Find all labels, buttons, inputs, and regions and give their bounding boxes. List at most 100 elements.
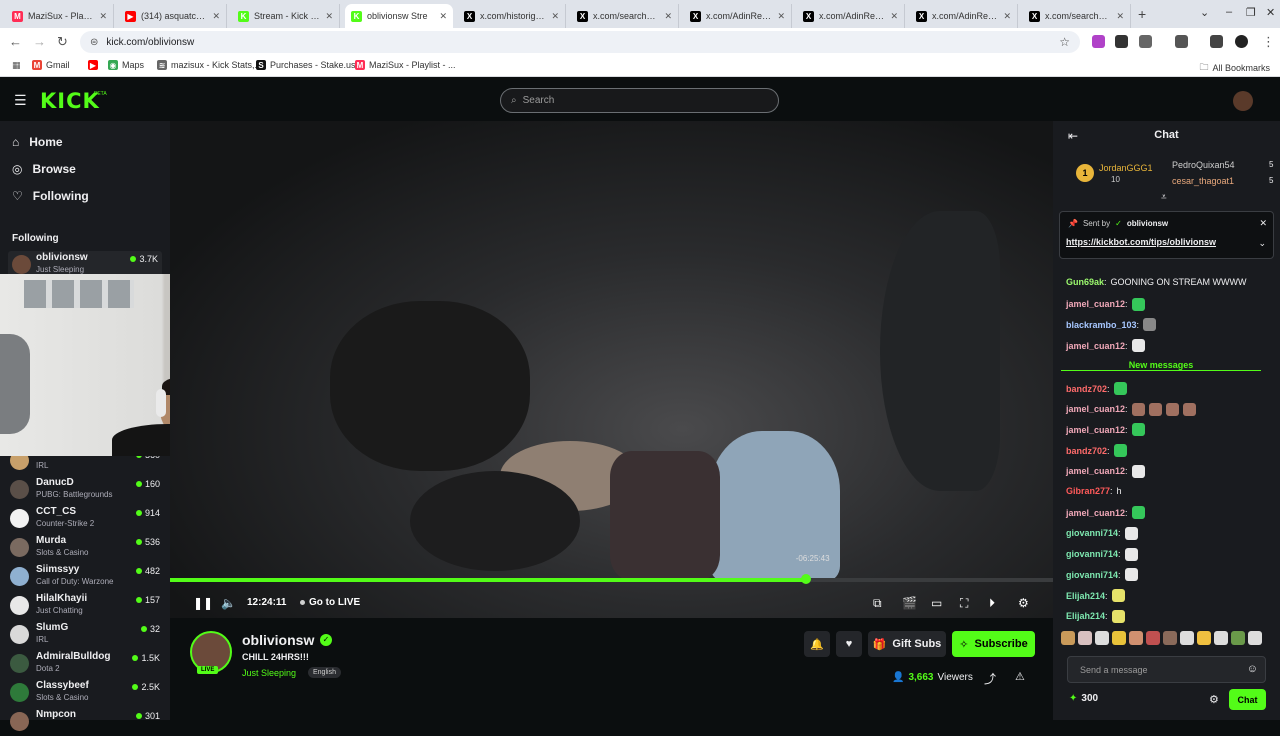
sidebar-channel[interactable]: Nmpcon 301 [10, 708, 160, 736]
media-controls-icon[interactable] [1210, 35, 1223, 48]
extensions-puzzle-icon[interactable] [1139, 35, 1152, 48]
nav-home[interactable]: ⌂ Home [12, 135, 63, 149]
close-tab-icon[interactable]: ✕ [212, 11, 220, 22]
close-tab-icon[interactable]: ✕ [325, 11, 333, 22]
kick-logo[interactable]: KICK [40, 89, 100, 113]
gift-subs-button[interactable]: 🎁 Gift Subs [868, 631, 946, 657]
pinned-link[interactable]: https://kickbot.com/tips/oblivionsw [1066, 237, 1216, 247]
chat-settings-icon[interactable]: ⚙ [1209, 693, 1219, 706]
nav-following[interactable]: ♡ Following [12, 189, 89, 203]
chat-username[interactable]: bandz702 [1066, 446, 1107, 456]
follow-heart-button[interactable]: ♥ [836, 631, 862, 657]
chat-username[interactable]: jamel_cuan12 [1066, 425, 1125, 435]
browser-tab[interactable]: Xx.com/search?q= ✕ [571, 4, 679, 28]
chat-username[interactable]: jamel_cuan12 [1066, 299, 1125, 309]
theater-mode-button[interactable]: ▭ [931, 596, 942, 610]
forward-icon[interactable]: → [33, 34, 46, 49]
apps-grid-icon[interactable]: ▦ [12, 60, 21, 71]
bookmark-item[interactable]: S Purchases - Stake.us [256, 60, 356, 70]
emote-icon[interactable] [1248, 631, 1262, 645]
bookmark-item[interactable]: M Gmail [32, 60, 70, 70]
fullscreen-button[interactable]: ⛶ [960, 596, 968, 611]
all-bookmarks-button[interactable]: 🗀 All Bookmarks [1199, 60, 1270, 76]
progress-bar[interactable] [170, 578, 1053, 582]
new-tab-button[interactable]: + [1138, 6, 1146, 22]
close-window-icon[interactable]: ✕ [1266, 6, 1275, 19]
sidebar-channel[interactable]: Siimssyy Call of Duty: Warzone 482 [10, 563, 160, 591]
chat-username[interactable]: jamel_cuan12 [1066, 404, 1125, 414]
report-icon[interactable]: ⚠ [1015, 670, 1025, 683]
browser-tab[interactable]: Xx.com/AdinRepor ✕ [910, 4, 1018, 28]
chat-username[interactable]: jamel_cuan12 [1066, 341, 1125, 351]
chat-username[interactable]: jamel_cuan12 [1066, 508, 1125, 518]
chevron-down-icon[interactable]: ⌄ [1258, 238, 1266, 249]
clip-button[interactable]: 🎬 [902, 596, 917, 610]
nav-browse[interactable]: ◎ Browse [12, 162, 76, 176]
close-tab-icon[interactable]: ✕ [777, 11, 785, 22]
browser-tab[interactable]: Xx.com/search?q= ✕ [1023, 4, 1131, 28]
reload-icon[interactable]: ↻ [57, 34, 68, 50]
send-chat-button[interactable]: Chat [1229, 689, 1266, 710]
site-info-icon[interactable]: ⊜ [90, 37, 98, 48]
emote-icon[interactable] [1197, 631, 1211, 645]
close-tab-icon[interactable]: ✕ [439, 11, 447, 22]
bookmark-item[interactable]: ≋ mazisux - Kick Stats,... [157, 60, 262, 70]
volume-button[interactable]: 🔈 [221, 596, 236, 610]
emote-icon[interactable] [1095, 631, 1109, 645]
subscribe-button[interactable]: ✧ Subscribe [952, 631, 1035, 657]
extension-icon[interactable] [1115, 35, 1128, 48]
close-tab-icon[interactable]: ✕ [551, 11, 559, 22]
leaderboard-user-3[interactable]: cesar_thagoat1 [1172, 176, 1234, 186]
new-messages-divider[interactable]: New messages [1061, 360, 1261, 371]
emote-icon[interactable] [1146, 631, 1160, 645]
mini-player-button[interactable]: ⧉ [873, 596, 882, 611]
browser-tab[interactable]: Xx.com/AdinRepor ✕ [797, 4, 905, 28]
browser-tab[interactable]: Xx.com/historigins/ ✕ [458, 4, 566, 28]
chat-username[interactable]: bandz702 [1066, 384, 1107, 394]
emote-icon[interactable] [1231, 631, 1245, 645]
emote-icon[interactable] [1180, 631, 1194, 645]
stream-category[interactable]: Just Sleeping [242, 668, 296, 678]
chat-username[interactable]: giovanni714 [1066, 528, 1118, 538]
chat-username[interactable]: jamel_cuan12 [1066, 466, 1125, 476]
browser-tab[interactable]: Koblivionsw Stre ✕ [345, 4, 453, 28]
emote-icon[interactable] [1214, 631, 1228, 645]
settings-button[interactable]: ⚙ [1018, 596, 1029, 610]
expand-leaderboard-icon[interactable]: ⩡ [1161, 192, 1167, 203]
chat-username[interactable]: Elijah214 [1066, 611, 1105, 621]
maximize-icon[interactable]: ❐ [1246, 6, 1256, 19]
chat-username[interactable]: Gun69ak [1066, 277, 1104, 287]
browser-menu-icon[interactable]: ⋮ [1262, 34, 1275, 50]
user-avatar[interactable] [1233, 91, 1253, 111]
chat-username[interactable]: Elijah214 [1066, 591, 1105, 601]
progress-thumb[interactable] [800, 574, 811, 584]
close-tab-icon[interactable]: ✕ [1116, 11, 1124, 22]
bookmark-item[interactable]: ◉ Maps [108, 60, 144, 70]
leaderboard-top-user[interactable]: JordanGGG1 [1099, 163, 1153, 173]
close-tab-icon[interactable]: ✕ [99, 11, 107, 22]
go-to-live-button[interactable]: Go to LIVE [300, 597, 360, 608]
sidebar-channel[interactable]: SlumG IRL 32 [10, 621, 160, 649]
window-menu-icon[interactable]: ⌄ [1200, 6, 1209, 19]
profile-avatar[interactable] [1235, 35, 1248, 48]
share-icon[interactable]: ⤴ [984, 670, 996, 687]
chat-username[interactable]: Gibran277 [1066, 486, 1110, 496]
close-tab-icon[interactable]: ✕ [664, 11, 672, 22]
notify-bell-button[interactable]: 🔔 [804, 631, 830, 657]
chat-username[interactable]: giovanni714 [1066, 570, 1118, 580]
playback-speed-button[interactable]: ⏵ [989, 596, 995, 611]
browser-tab[interactable]: K Stream - Kick Das ✕ [232, 4, 340, 28]
minimize-icon[interactable]: – [1226, 6, 1232, 18]
search-input[interactable]: ⌕ Search [500, 88, 779, 113]
cast-icon[interactable] [1175, 35, 1188, 48]
bookmark-star-icon[interactable]: ☆ [1059, 35, 1070, 49]
leaderboard-user-2[interactable]: PedroQuixan54 [1172, 160, 1235, 170]
sidebar-channel[interactable]: Classybeef Slots & Casino 2.5K [10, 679, 160, 707]
extension-shield-icon[interactable] [1092, 35, 1105, 48]
browser-tab[interactable]: Xx.com/AdinRepor ✕ [684, 4, 792, 28]
language-tag[interactable]: English [308, 667, 341, 678]
hamburger-menu-icon[interactable]: ☰ [14, 92, 27, 109]
back-icon[interactable]: ← [9, 34, 22, 49]
emote-icon[interactable] [1061, 631, 1075, 645]
sidebar-channel[interactable]: CCT_CS Counter-Strike 2 914 [10, 505, 160, 533]
